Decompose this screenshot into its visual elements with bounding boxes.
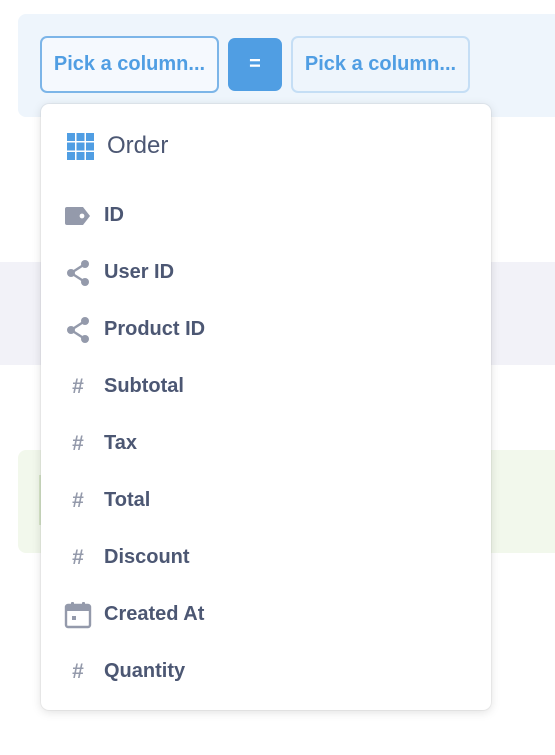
connections-icon [63,258,93,288]
hash-icon: # [72,431,84,455]
column-label: Product ID [104,318,206,340]
column-item-total[interactable]: # Total [41,472,491,529]
column-label: Subtotal [104,375,184,397]
table-name: Order [107,132,169,159]
column-list: ID User ID Product ID # Subtotal # Tax #… [41,187,491,700]
tag-icon [63,201,93,231]
left-column-picker-label: Pick a column... [53,53,206,75]
column-item-created-at[interactable]: Created At [41,586,491,643]
grid-icon [67,132,94,160]
table-header: Order [67,131,168,161]
column-item-discount[interactable]: # Discount [41,529,491,586]
column-item-user-id[interactable]: User ID [41,244,491,301]
column-item-subtotal[interactable]: # Subtotal [41,358,491,415]
column-item-quantity[interactable]: # Quantity [41,643,491,700]
hash-icon: # [72,659,84,683]
hash-icon: # [72,488,84,512]
column-label: Quantity [104,660,186,682]
right-column-picker[interactable]: Pick a column... [291,36,470,93]
column-item-id[interactable]: ID [41,187,491,244]
calendar-icon [63,600,93,630]
right-column-picker-label: Pick a column... [304,53,457,75]
hash-icon: # [72,545,84,569]
column-item-product-id[interactable]: Product ID [41,301,491,358]
join-operator-label: = [249,53,261,75]
column-label: Tax [104,432,137,454]
column-picker-popover: Order ID User ID Product ID # Subtotal #… [41,104,491,710]
left-column-picker[interactable]: Pick a column... [40,36,219,93]
column-label: User ID [104,261,175,283]
column-label: ID [104,204,124,226]
column-item-tax[interactable]: # Tax [41,415,491,472]
column-label: Total [104,489,151,511]
column-label: Created At [104,603,205,625]
join-operator-button[interactable]: = [228,38,282,91]
hash-icon: # [72,374,84,398]
column-label: Discount [104,546,190,568]
connections-icon [63,315,93,345]
notebook-editor: Pick a column... = Pick a column... Orde… [0,0,555,755]
